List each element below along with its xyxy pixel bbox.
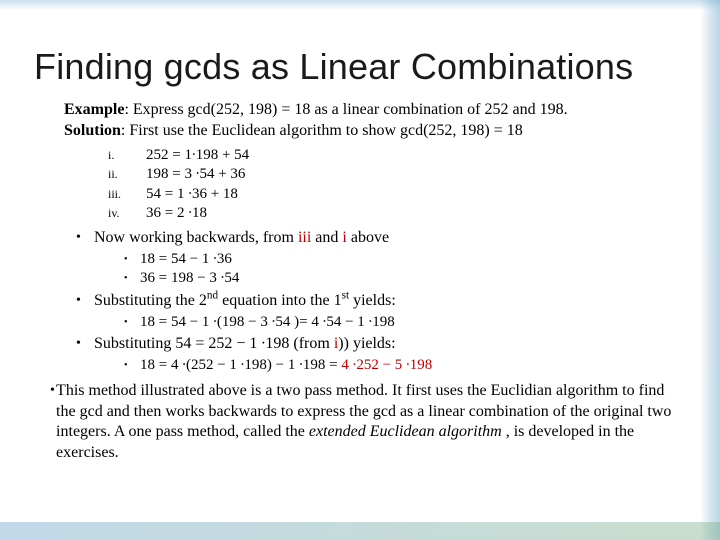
analysis-block: • Substituting the 2nd equation into the… [76,291,686,312]
bullet-icon: • [124,250,140,270]
final-text: This method illustrated above is a two p… [56,381,686,463]
analysis-block: • Substituting 54 = 252 − 1 ∙198 (from i… [76,334,686,355]
step-text: 198 = 3 ∙54 + 36 [146,165,245,185]
solution-text: : First use the Euclidean algorithm to s… [121,122,523,139]
bullet-icon: • [76,228,94,249]
step-text: 252 = 1∙198 + 54 [146,146,249,166]
roman-marker: iii. [108,185,146,205]
bullet-icon: • [124,356,140,376]
list-item: •36 = 198 − 3 ∙54 [124,269,686,289]
list-item: iv.36 = 2 ∙18 [108,204,686,224]
term-extended-euclid: extended Euclidean algorithm [309,423,502,440]
solution-line: Solution: First use the Euclidean algori… [64,121,686,141]
list-item: ii.198 = 3 ∙54 + 36 [108,165,686,185]
list-item: •18 = 54 − 1 ∙36 [124,250,686,270]
roman-marker: ii. [108,165,146,185]
list-item: • Substituting the 2nd equation into the… [76,291,686,312]
bullet-text: Substituting 54 = 252 − 1 ∙198 (from i))… [94,334,396,355]
example-text: : Express gcd(252, 198) = 18 as a linear… [124,101,567,118]
solution-label: Solution [64,122,121,139]
result-red: 4 ∙252 − 5 ∙198 [341,357,432,373]
sub-text: 36 = 198 − 3 ∙54 [140,269,239,289]
step-text: 36 = 2 ∙18 [146,204,207,224]
slide-title: Finding gcds as Linear Combinations [34,46,686,88]
list-item: i.252 = 1∙198 + 54 [108,146,686,166]
sub-text: 18 = 54 − 1 ∙36 [140,250,232,270]
list-item: • 18 = 4 ∙(252 − 1 ∙198) − 1 ∙198 = 4 ∙2… [124,356,686,376]
list-item: • Substituting 54 = 252 − 1 ∙198 (from i… [76,334,686,355]
roman-marker: i. [108,146,146,166]
ref-iii: iii [298,229,311,246]
bullet-icon: • [76,291,94,312]
sub-text: 18 = 4 ∙(252 − 1 ∙198) − 1 ∙198 = 4 ∙252… [140,356,432,376]
example-line: Example: Express gcd(252, 198) = 18 as a… [64,100,686,120]
list-item: • This method illustrated above is a two… [50,381,686,463]
sub-list: •18 = 54 − 1 ∙36 •36 = 198 − 3 ∙54 [124,250,686,289]
analysis-block: • Now working backwards, from iii and i … [76,228,686,249]
roman-marker: iv. [108,204,146,224]
euclid-steps: i.252 = 1∙198 + 54 ii.198 = 3 ∙54 + 36 i… [108,146,686,224]
list-item: •18 = 54 − 1 ∙(198 − 3 ∙54 )= 4 ∙54 − 1 … [124,313,686,333]
example-label: Example [64,101,124,118]
bullet-text: Substituting the 2nd equation into the 1… [94,291,396,312]
sub-list: •18 = 54 − 1 ∙(198 − 3 ∙54 )= 4 ∙54 − 1 … [124,313,686,333]
sub-list: • 18 = 4 ∙(252 − 1 ∙198) − 1 ∙198 = 4 ∙2… [124,356,686,376]
bullet-text: Now working backwards, from iii and i ab… [94,228,389,249]
sub-text: 18 = 54 − 1 ∙(198 − 3 ∙54 )= 4 ∙54 − 1 ∙… [140,313,395,333]
list-item: iii.54 = 1 ∙36 + 18 [108,185,686,205]
bullet-icon: • [76,334,94,355]
bullet-icon: • [124,313,140,333]
list-item: • Now working backwards, from iii and i … [76,228,686,249]
step-text: 54 = 1 ∙36 + 18 [146,185,238,205]
final-paragraph: • This method illustrated above is a two… [50,381,686,463]
bullet-icon: • [124,269,140,289]
